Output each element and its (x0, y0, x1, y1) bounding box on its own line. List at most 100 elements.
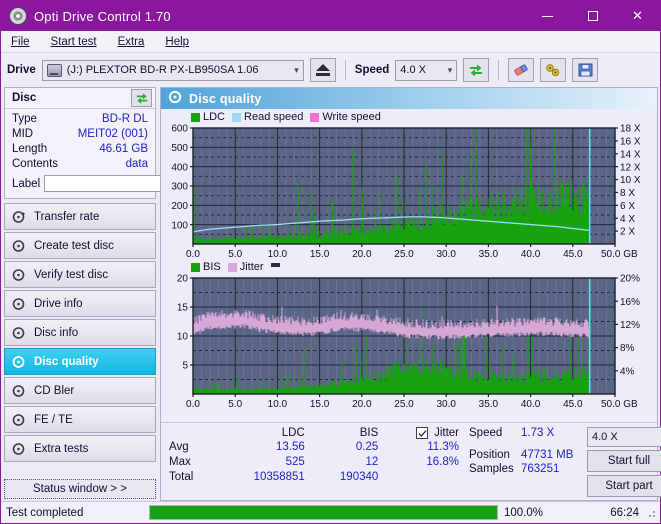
sidebar-item-fe-te[interactable]: FE / TE (4, 406, 156, 433)
disc-test-icon (12, 268, 26, 282)
refresh-icon (136, 92, 147, 104)
page-title: Disc quality (189, 91, 262, 106)
svg-text:45.0: 45.0 (563, 249, 583, 260)
sidebar-item-cd-bler[interactable]: CD Bler (4, 377, 156, 404)
avg-bis: 0.25 (355, 441, 379, 453)
svg-text:50.0 GB: 50.0 GB (601, 249, 638, 260)
disc-row-contents: Contents data (12, 157, 148, 172)
disc-test-icon (12, 210, 26, 224)
disc-refresh-button[interactable] (131, 89, 152, 107)
start-part-label: Start part (605, 480, 653, 492)
speed-select-value: 4.0 X (400, 64, 426, 76)
max-ldc: 525 (285, 456, 305, 468)
resize-grip-icon[interactable] (645, 506, 657, 519)
status-bar: Test completed 100.0% 66:24 (1, 501, 660, 523)
menu-start-test[interactable]: Start test (51, 36, 97, 48)
sidebar-item-label: Disc info (34, 326, 79, 339)
svg-text:16 X: 16 X (620, 136, 641, 147)
bis-chart-canvas[interactable]: 5 10 15 20 4% 8% 12% 16% 20% 0.0 5.0 10.0 15.0 20.0 25… (163, 274, 653, 410)
col-bis: BIS (359, 427, 379, 439)
svg-text:8%: 8% (620, 343, 635, 354)
legend-swatch-bis (191, 262, 200, 272)
sidebar-item-extra-tests[interactable]: Extra tests (4, 435, 156, 462)
sidebar-item-disc-quality[interactable]: Disc quality (4, 348, 156, 375)
sidebar-item-label: Verify test disc (34, 268, 109, 281)
sidebar-item-label: FE / TE (34, 413, 73, 426)
legend-label-jitter: Jitter (239, 261, 264, 273)
svg-text:40.0: 40.0 (521, 249, 541, 260)
toolbar-divider-2 (498, 60, 500, 80)
chevron-down-icon: ▾ (294, 64, 299, 75)
svg-text:6 X: 6 X (620, 201, 635, 212)
legend-swatch-read-speed (232, 112, 242, 122)
sidebar-item-label: Extra tests (34, 442, 89, 455)
erase-button[interactable] (508, 58, 535, 82)
legend-label-read-speed: Read speed (244, 111, 304, 123)
disc-label-row: Label (12, 174, 247, 193)
save-button[interactable] (572, 58, 599, 82)
disc-length-key: Length (12, 143, 48, 155)
disc-mid-key: MID (12, 128, 34, 140)
disc-properties: Type BD-R DL MID MEIT02 (001) Length 46.… (5, 109, 247, 198)
row-label-max: Max (169, 456, 191, 468)
disc-row-mid: MID MEIT02 (001) (12, 127, 148, 142)
ldc-chart-legend: LDC Read speed Write speed (163, 110, 655, 124)
legend-item-read-speed: Read speed (232, 111, 303, 123)
drive-select-value: (J:) PLEXTOR BD-R PX-LB950SA 1.06 (66, 64, 259, 76)
status-window-button[interactable]: Status window > > (4, 479, 156, 499)
speed-readout-key: Speed (469, 427, 503, 439)
menu-extra[interactable]: Extra (118, 36, 145, 48)
panel-header: Disc quality (161, 88, 657, 109)
disc-test-icon (12, 413, 26, 427)
svg-text:20.0: 20.0 (352, 399, 372, 410)
disc-panel-title: Disc (12, 92, 37, 104)
table-row: Total 10358851 190340 (163, 470, 463, 485)
sidebar-item-verify-test-disc[interactable]: Verify test disc (4, 261, 156, 288)
test-speed-select[interactable]: 4.0 X ▾ (587, 427, 661, 447)
eject-button[interactable] (309, 58, 336, 82)
menu-file[interactable]: File (11, 36, 30, 48)
jitter-checkbox[interactable] (416, 427, 429, 439)
menu-file-label: File (11, 35, 30, 48)
close-icon[interactable]: ✕ (615, 1, 660, 31)
window-controls: ✕ (525, 1, 660, 31)
minimize-icon[interactable] (525, 1, 570, 31)
svg-text:35.0: 35.0 (479, 399, 499, 410)
sidebar-item-label: Transfer rate (34, 210, 100, 223)
status-message: Test completed (6, 506, 84, 519)
legend-label-bis: BIS (203, 261, 221, 273)
speed-select[interactable]: 4.0 X ▾ (395, 59, 458, 81)
legend-marker-scan (270, 262, 280, 267)
toolbar-divider-1 (344, 60, 346, 80)
sidebar-item-disc-info[interactable]: Disc info (4, 319, 156, 346)
statistics-panel: LDC BIS Jitter Avg 13.56 0.25 11.3% Max … (161, 422, 661, 500)
sidebar-item-transfer-rate[interactable]: Transfer rate (4, 203, 156, 230)
start-full-button[interactable]: Start full (587, 450, 661, 472)
svg-text:10.0: 10.0 (268, 249, 288, 260)
svg-text:500: 500 (171, 143, 188, 154)
svg-text:200: 200 (171, 201, 188, 212)
drive-select[interactable]: (J:) PLEXTOR BD-R PX-LB950SA 1.06 ▾ (41, 59, 304, 81)
svg-text:35.0: 35.0 (479, 249, 499, 260)
avg-ldc: 13.56 (276, 441, 305, 453)
svg-text:20.0: 20.0 (352, 249, 372, 260)
position-readout-key: Position (469, 449, 510, 461)
ldc-chart-canvas[interactable]: 100 200 300 400 500 600 2 X 4 X 6 X 8 X 10 X 12 X 14… (163, 124, 653, 260)
total-jitter (382, 470, 463, 485)
test-readouts: Speed 1.73 X Position 47731 MB Samples 7… (469, 427, 581, 497)
refresh-button[interactable] (463, 58, 490, 82)
tools-button[interactable] (540, 58, 567, 82)
maximize-icon[interactable] (570, 1, 615, 31)
start-part-button[interactable]: Start part (587, 475, 661, 497)
svg-text:25.0: 25.0 (394, 399, 414, 410)
disc-row-type: Type BD-R DL (12, 112, 148, 127)
disc-contents-key: Contents (12, 158, 59, 170)
sidebar-item-create-test-disc[interactable]: Create test disc (4, 232, 156, 259)
progress-bar-fill (150, 506, 497, 519)
sidebar-item-drive-info[interactable]: Drive info (4, 290, 156, 317)
svg-text:4%: 4% (620, 366, 635, 377)
nav-list: Transfer rate Create test disc Verify te… (4, 203, 156, 462)
svg-text:14 X: 14 X (620, 149, 641, 160)
menu-help[interactable]: Help (165, 36, 189, 48)
samples-readout-value: 763251 (521, 463, 560, 475)
